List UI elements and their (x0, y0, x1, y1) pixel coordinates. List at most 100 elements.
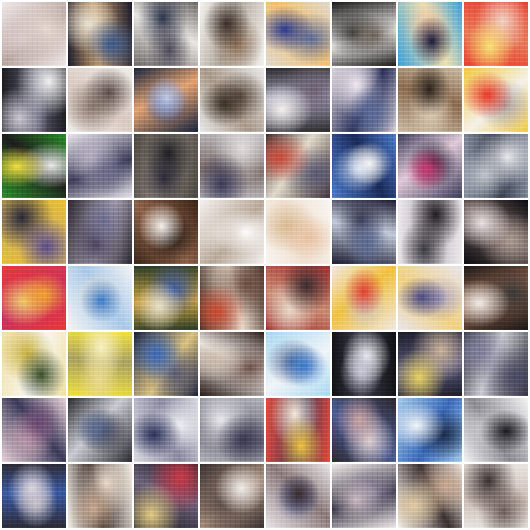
sample-tile (134, 464, 198, 528)
sample-tile (68, 464, 132, 528)
tile-texture (2, 200, 66, 264)
sample-tile (2, 200, 66, 264)
tile-texture (200, 68, 264, 132)
sample-tile (2, 134, 66, 198)
tile-texture (2, 2, 66, 66)
sample-tile (134, 266, 198, 330)
tile-texture (266, 200, 330, 264)
sample-tile (134, 332, 198, 396)
tile-texture (464, 134, 528, 198)
tile-texture (266, 464, 330, 528)
tile-texture (332, 398, 396, 462)
sample-tile (332, 200, 396, 264)
sample-tile (68, 200, 132, 264)
sample-tile (2, 2, 66, 66)
sample-tile (200, 2, 264, 66)
tile-texture (200, 134, 264, 198)
sample-tile (332, 68, 396, 132)
sample-tile (200, 464, 264, 528)
tile-texture (2, 134, 66, 198)
tile-texture (398, 398, 462, 462)
sample-tile (398, 464, 462, 528)
sample-tile (134, 68, 198, 132)
tile-texture (332, 2, 396, 66)
tile-texture (332, 134, 396, 198)
sample-tile (398, 332, 462, 396)
sample-tile (464, 200, 528, 264)
sample-tile (464, 332, 528, 396)
tile-texture (266, 332, 330, 396)
sample-image-grid (0, 0, 530, 530)
sample-tile (398, 2, 462, 66)
tile-texture (134, 332, 198, 396)
tile-texture (68, 68, 132, 132)
sample-tile (134, 200, 198, 264)
tile-texture (2, 266, 66, 330)
sample-tile (464, 68, 528, 132)
sample-tile (68, 134, 132, 198)
sample-tile (464, 134, 528, 198)
tile-texture (200, 266, 264, 330)
tile-texture (68, 332, 132, 396)
sample-tile (200, 332, 264, 396)
sample-tile (398, 398, 462, 462)
sample-tile (200, 200, 264, 264)
tile-texture (332, 68, 396, 132)
tile-texture (464, 68, 528, 132)
tile-texture (398, 332, 462, 396)
tile-texture (266, 134, 330, 198)
sample-tile (134, 134, 198, 198)
tile-texture (266, 68, 330, 132)
tile-texture (2, 332, 66, 396)
sample-tile (464, 2, 528, 66)
sample-tile (68, 2, 132, 66)
sample-tile (332, 464, 396, 528)
tile-texture (398, 200, 462, 264)
sample-tile (134, 398, 198, 462)
sample-tile (464, 464, 528, 528)
tile-texture (464, 398, 528, 462)
sample-tile (266, 464, 330, 528)
sample-tile (398, 200, 462, 264)
sample-tile (332, 2, 396, 66)
tile-texture (200, 398, 264, 462)
tile-texture (68, 266, 132, 330)
tile-texture (464, 464, 528, 528)
tile-texture (68, 464, 132, 528)
sample-tile (200, 134, 264, 198)
sample-tile (2, 464, 66, 528)
tile-texture (68, 200, 132, 264)
tile-texture (398, 134, 462, 198)
tile-texture (200, 332, 264, 396)
sample-tile (266, 134, 330, 198)
tile-texture (2, 464, 66, 528)
tile-texture (134, 68, 198, 132)
sample-tile (2, 398, 66, 462)
sample-tile (266, 332, 330, 396)
tile-texture (464, 332, 528, 396)
tile-texture (332, 464, 396, 528)
tile-texture (464, 2, 528, 66)
sample-tile (2, 266, 66, 330)
sample-tile (68, 398, 132, 462)
sample-tile (68, 68, 132, 132)
sample-tile (68, 332, 132, 396)
sample-tile (464, 266, 528, 330)
tile-texture (200, 200, 264, 264)
tile-texture (134, 398, 198, 462)
tile-texture (134, 134, 198, 198)
sample-tile (2, 68, 66, 132)
sample-tile (332, 332, 396, 396)
sample-tile (266, 2, 330, 66)
sample-tile (68, 266, 132, 330)
sample-tile (200, 266, 264, 330)
sample-tile (332, 398, 396, 462)
sample-tile (266, 266, 330, 330)
tile-texture (266, 266, 330, 330)
tile-texture (266, 398, 330, 462)
tile-texture (464, 200, 528, 264)
tile-texture (398, 266, 462, 330)
sample-tile (332, 266, 396, 330)
tile-texture (2, 398, 66, 462)
sample-tile (398, 266, 462, 330)
